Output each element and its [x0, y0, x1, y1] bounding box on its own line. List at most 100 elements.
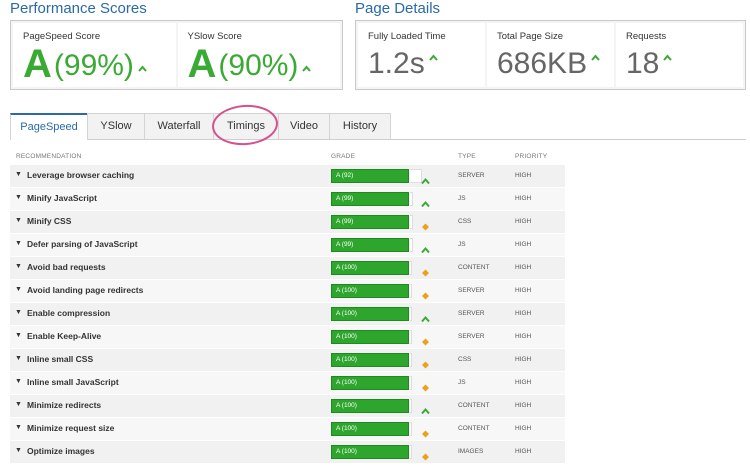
grade-label: A (100) — [336, 333, 357, 340]
grade-bar: A (99) — [331, 215, 409, 229]
recommendation-type: IMAGES — [458, 448, 484, 455]
recommendation-type: CONTENT — [458, 402, 490, 409]
grade-label: A (100) — [336, 402, 357, 409]
table-row[interactable]: ▼ Minify CSS A (99) CSS HIGH — [10, 211, 565, 234]
recommendation-name: Defer parsing of JavaScript — [27, 239, 138, 249]
recommendation-name: Minimize request size — [27, 423, 115, 433]
fully-loaded-value: 1.2s — [368, 47, 425, 80]
tab-video[interactable]: Video — [278, 113, 330, 139]
grade-bar-remainder — [410, 284, 412, 298]
grade-bar-remainder — [410, 215, 414, 229]
expand-triangle-icon[interactable]: ▼ — [15, 401, 22, 408]
grade-bar-remainder — [410, 261, 412, 275]
tab-waterfall[interactable]: Waterfall — [144, 113, 214, 139]
chevron-up-icon — [421, 195, 430, 208]
yslow-percent: (90%) — [218, 49, 299, 82]
grade-bar: A (100) — [331, 353, 409, 367]
expand-triangle-icon[interactable]: ▼ — [15, 286, 22, 293]
grade-bar: A (100) — [331, 284, 409, 298]
diamond-icon — [421, 333, 430, 346]
expand-triangle-icon[interactable]: ▼ — [15, 194, 22, 201]
grade-label: A (99) — [336, 195, 354, 202]
expand-triangle-icon[interactable]: ▼ — [15, 240, 22, 247]
annotation-circle — [210, 102, 280, 148]
report-tabs: PageSpeed YSlow Waterfall Timings Video … — [10, 113, 746, 140]
recommendation-priority: HIGH — [515, 333, 532, 340]
expand-triangle-icon[interactable]: ▼ — [15, 424, 22, 431]
recommendation-name: Avoid bad requests — [27, 262, 106, 272]
recommendation-type: JS — [458, 379, 466, 386]
diamond-icon — [421, 425, 430, 438]
recommendation-type: JS — [458, 195, 466, 202]
grade-bar-remainder — [410, 445, 412, 459]
table-row[interactable]: ▼ Avoid bad requests A (100) CONTENT HIGH — [10, 257, 565, 280]
grade-label: A (100) — [336, 425, 357, 432]
chevron-up-icon — [663, 54, 673, 61]
grade-label: A (100) — [336, 287, 357, 294]
expand-triangle-icon[interactable]: ▼ — [15, 309, 22, 316]
page-details-panel: Fully Loaded Time 1.2s Total Page Size 6… — [355, 20, 746, 90]
header-recommendation: RECOMMENDATION — [16, 153, 82, 160]
diamond-icon — [421, 379, 430, 392]
expand-triangle-icon[interactable]: ▼ — [15, 171, 22, 178]
chevron-up-icon — [591, 54, 600, 61]
table-row[interactable]: ▼ Inline small JavaScript A (100) JS HIGH — [10, 372, 565, 395]
table-row[interactable]: ▼ Defer parsing of JavaScript A (99) JS HIGH — [10, 234, 565, 257]
recommendation-priority: HIGH — [515, 172, 532, 179]
recommendation-priority: HIGH — [515, 402, 532, 409]
grade-label: A (100) — [336, 310, 357, 317]
chevron-up-icon — [421, 402, 430, 415]
recommendation-name: Minify JavaScript — [27, 193, 97, 203]
table-row[interactable]: ▼ Minimize request size A (100) CONTENT HIGH — [10, 418, 565, 441]
expand-triangle-icon[interactable]: ▼ — [15, 332, 22, 339]
grade-label: A (100) — [336, 356, 357, 363]
grade-label: A (100) — [336, 379, 357, 386]
diamond-icon — [421, 218, 430, 231]
tab-pagespeed[interactable]: PageSpeed — [10, 113, 88, 140]
grade-bar: A (100) — [331, 307, 409, 321]
table-row[interactable]: ▼ Minimize redirects A (100) CONTENT HIGH — [10, 395, 565, 418]
tab-yslow[interactable]: YSlow — [87, 113, 145, 139]
performance-scores-title: Performance Scores — [10, 0, 147, 17]
header-grade: GRADE — [331, 153, 356, 160]
grade-bar: A (100) — [331, 445, 409, 459]
chevron-up-icon — [421, 310, 430, 323]
recommendation-type: SERVER — [458, 333, 485, 340]
recommendations-table-header: RECOMMENDATION GRADE TYPE PRIORITY — [10, 152, 565, 164]
recommendation-priority: HIGH — [515, 287, 532, 294]
recommendation-priority: HIGH — [515, 310, 532, 317]
chevron-up-icon — [421, 172, 430, 185]
tab-history[interactable]: History — [329, 113, 391, 139]
table-row[interactable]: ▼ Inline small CSS A (100) CSS HIGH — [10, 349, 565, 372]
recommendations-list: ▼ Leverage browser caching A (92) SERVER HIG… — [10, 165, 565, 464]
header-priority: PRIORITY — [515, 153, 548, 160]
recommendation-priority: HIGH — [515, 379, 532, 386]
yslow-score-label: YSlow Score — [187, 31, 242, 42]
recommendation-priority: HIGH — [515, 195, 532, 202]
grade-bar: A (100) — [331, 399, 409, 413]
recommendation-type: SERVER — [458, 310, 485, 317]
expand-triangle-icon[interactable]: ▼ — [15, 355, 22, 362]
requests-label: Requests — [626, 31, 667, 42]
pagespeed-score-cell: PageSpeed Score A (99%) — [13, 23, 176, 87]
grade-label: A (99) — [336, 218, 354, 225]
table-row[interactable]: ▼ Avoid landing page redirects A (100) SERV… — [10, 280, 565, 303]
expand-triangle-icon[interactable]: ▼ — [15, 263, 22, 270]
grade-label: A (100) — [336, 448, 357, 455]
table-row[interactable]: ▼ Optimize images A (100) IMAGES HIGH — [10, 441, 565, 464]
grade-bar: A (100) — [331, 422, 409, 436]
diamond-icon — [421, 356, 430, 369]
grade-bar-remainder — [410, 238, 414, 252]
table-row[interactable]: ▼ Leverage browser caching A (92) SERVER HIG… — [10, 165, 565, 188]
total-size-cell: Total Page Size 686KB — [487, 23, 614, 87]
expand-triangle-icon[interactable]: ▼ — [15, 378, 22, 385]
expand-triangle-icon[interactable]: ▼ — [15, 447, 22, 454]
table-row[interactable]: ▼ Enable Keep-Alive A (100) SERVER HIGH — [10, 326, 565, 349]
table-row[interactable]: ▼ Enable compression A (100) SERVER HIGH — [10, 303, 565, 326]
table-row[interactable]: ▼ Minify JavaScript A (99) JS HIGH — [10, 188, 565, 211]
grade-bar-remainder — [410, 192, 414, 206]
expand-triangle-icon[interactable]: ▼ — [15, 217, 22, 224]
recommendation-name: Enable compression — [27, 308, 111, 318]
recommendation-type: SERVER — [458, 172, 485, 179]
requests-cell: Requests 18 — [616, 23, 743, 87]
